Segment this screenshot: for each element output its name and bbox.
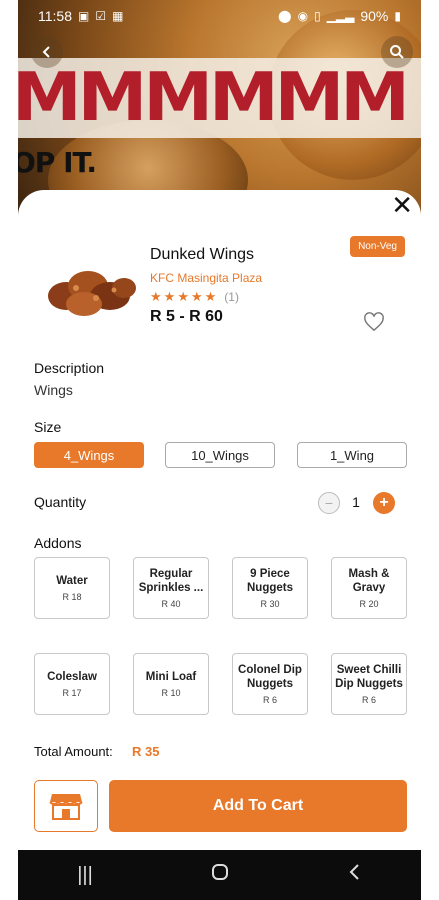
add-to-cart-button[interactable]: Add To Cart [109, 780, 407, 832]
location-icon: ⬤ [278, 9, 292, 23]
product-image [48, 271, 136, 316]
price-range: R 5 - R 60 [150, 308, 223, 325]
heart-icon[interactable] [363, 312, 385, 338]
description-label: Description [34, 360, 105, 376]
total-amount-label: Total Amount: [34, 744, 113, 759]
system-nav-bar: ||| [18, 850, 421, 900]
addon-name: Water [56, 575, 88, 587]
star-icon: ★ [204, 289, 217, 304]
addon-mash-gravy[interactable]: Mash & Gravy R 20 [331, 557, 407, 619]
back-icon[interactable] [31, 36, 63, 68]
addon-name: 9 Piece Nuggets [247, 568, 293, 594]
store-button[interactable] [34, 780, 98, 832]
star-icon: ★ [190, 289, 203, 304]
store-name[interactable]: KFC Masingita Plaza [150, 271, 262, 285]
status-bar: 11:58 ▣ ☑ ▦ ⬤ ◉ ▯ ▁▂▃ 90% ▮ [18, 0, 421, 32]
gamepad-icon: ◉ [297, 9, 309, 23]
addon-regular-sprinkles[interactable]: Regular Sprinkles ... R 40 [133, 557, 209, 619]
addon-price: R 6 [262, 695, 277, 705]
addon-9-piece-nuggets[interactable]: 9 Piece Nuggets R 30 [232, 557, 308, 619]
signal-icon: ▁▂▃ [326, 9, 355, 23]
size-option-10-wings[interactable]: 10_Wings [165, 442, 275, 468]
hero-text: MMMMMM [18, 58, 410, 136]
recents-icon[interactable]: ||| [77, 864, 93, 887]
star-icon: ★ [150, 289, 162, 304]
quantity-decrease-button[interactable]: − [318, 492, 340, 514]
rating-count: (1) [224, 290, 239, 304]
battery-icon: ▮ [394, 9, 401, 23]
app-icon: ▦ [112, 9, 124, 23]
addon-price: R 40 [161, 599, 181, 609]
addon-name: Mini Loaf [145, 671, 197, 683]
quantity-value: 1 [352, 494, 360, 510]
product-name: Dunked Wings [150, 246, 255, 263]
non-veg-badge: Non-Veg [350, 236, 405, 257]
size-option-4-wings[interactable]: 4_Wings [34, 442, 144, 468]
addon-price: R 30 [260, 599, 280, 609]
size-label: Size [34, 419, 62, 435]
addon-name: Coleslaw [47, 671, 97, 683]
rating-stars: ★ ★ ★ ★ ★ (1) [150, 289, 239, 305]
gallery-icon: ▣ [78, 9, 90, 23]
home-icon[interactable] [211, 863, 229, 887]
addon-colonel-dip-nuggets[interactable]: Colonel Dip Nuggets R 6 [232, 653, 308, 715]
addon-name: Sweet Chilli Dip Nuggets [335, 664, 403, 690]
quantity-label: Quantity [34, 494, 87, 510]
vibrate-icon: ▯ [314, 9, 321, 23]
addon-price: R 17 [62, 688, 82, 698]
addon-name: Colonel Dip Nuggets [238, 664, 302, 690]
addon-price: R 20 [359, 599, 379, 609]
battery-level: 90% [360, 8, 389, 24]
quantity-increase-button[interactable]: + [373, 492, 395, 514]
store-icon [49, 794, 83, 820]
addon-name: Regular Sprinkles ... [138, 568, 204, 594]
total-amount-value: R 35 [132, 744, 160, 759]
nav-back-icon[interactable] [348, 863, 362, 887]
addon-sweet-chilli-dip-nuggets[interactable]: Sweet Chilli Dip Nuggets R 6 [331, 653, 407, 715]
product-sheet: ✕ Dunked Wings KFC Masingita Plaza ★ ★ ★… [18, 190, 421, 850]
addon-price: R 6 [361, 695, 376, 705]
status-time: 11:58 [38, 8, 72, 24]
addon-price: R 18 [62, 592, 82, 602]
addon-coleslaw[interactable]: Coleslaw R 17 [34, 653, 110, 715]
size-option-1-wing[interactable]: 1_Wing [297, 442, 407, 468]
hero-image: MMMMMM OP IT. [18, 0, 421, 215]
hero-subtext: OP IT. [18, 146, 97, 179]
star-icon: ★ [163, 289, 176, 304]
addon-price: R 10 [161, 688, 181, 698]
close-icon[interactable]: ✕ [391, 192, 413, 218]
search-icon[interactable] [381, 36, 413, 68]
check-icon: ☑ [95, 9, 107, 23]
addon-mini-loaf[interactable]: Mini Loaf R 10 [133, 653, 209, 715]
addon-water[interactable]: Water R 18 [34, 557, 110, 619]
star-icon: ★ [177, 289, 189, 304]
addon-name: Mash & Gravy [348, 568, 390, 594]
addons-label: Addons [34, 535, 82, 551]
description-text: Wings [34, 382, 73, 398]
